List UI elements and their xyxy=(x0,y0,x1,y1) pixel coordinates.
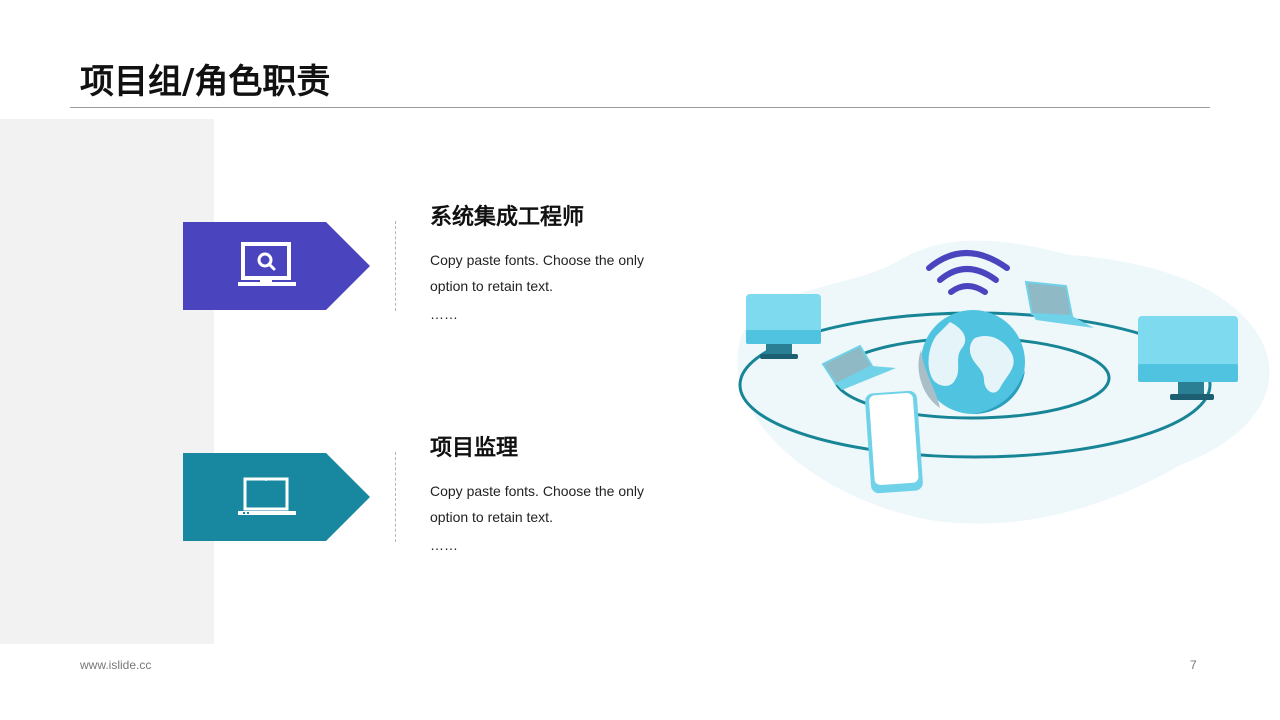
smartphone-icon xyxy=(865,390,923,494)
role-2-divider xyxy=(395,452,396,542)
monitor-search-icon xyxy=(238,242,296,286)
network-illustration xyxy=(700,230,1280,540)
footer-url[interactable]: www.islide.cc xyxy=(80,658,151,672)
role-2-title: 项目监理 xyxy=(430,436,519,461)
role-1-divider xyxy=(395,221,396,311)
role-2-description: Copy paste fonts. Choose the only option… xyxy=(430,483,645,525)
title-divider xyxy=(70,107,1210,108)
role-2-arrow-tag xyxy=(183,453,370,541)
role-1-arrow-tag xyxy=(183,222,370,310)
slide-title: 项目组/角色职责 xyxy=(80,62,331,102)
role-1-title: 系统集成工程师 xyxy=(430,205,585,230)
page-number: 7 xyxy=(1190,658,1197,672)
role-1-ellipsis: …… xyxy=(430,306,458,322)
role-1-description: Copy paste fonts. Choose the only option… xyxy=(430,252,645,294)
side-panel xyxy=(0,119,214,644)
role-2-ellipsis: …… xyxy=(430,537,458,553)
